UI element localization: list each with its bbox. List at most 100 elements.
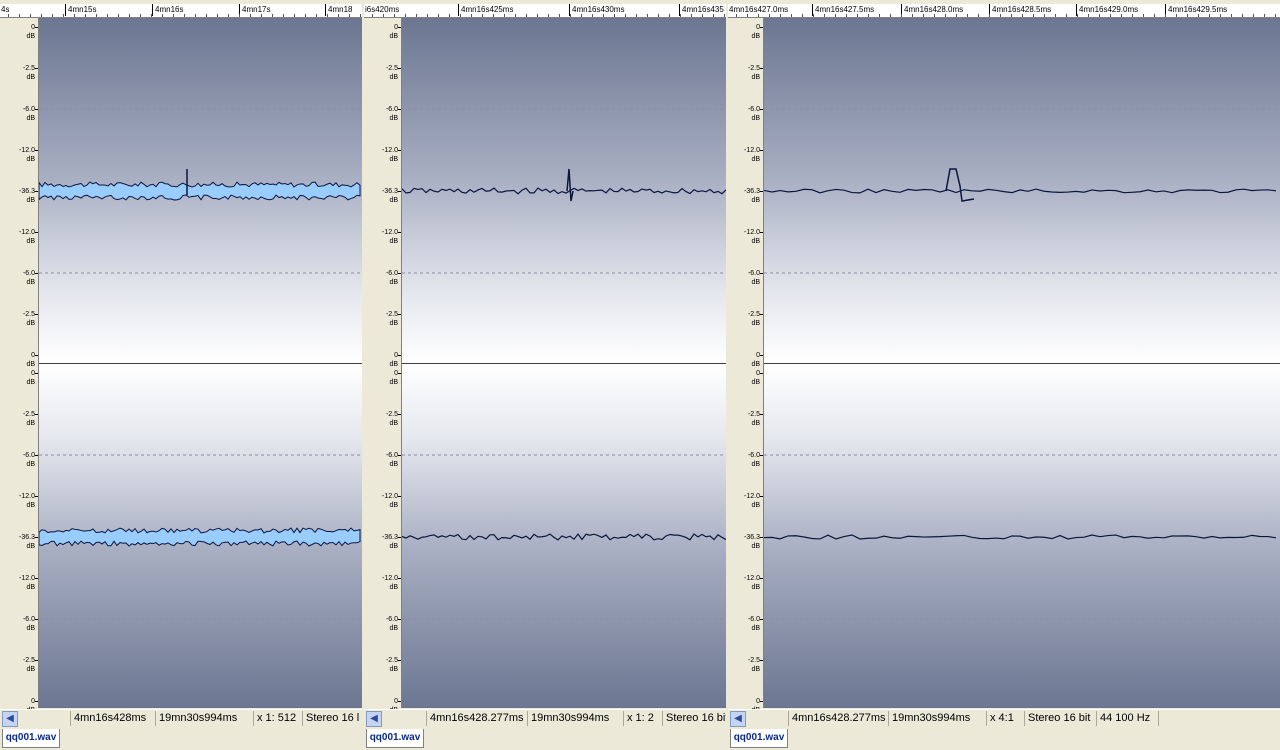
db-scale-label: -6.0 dB: [385, 106, 398, 122]
db-scale-tick: [35, 150, 38, 151]
db-scale-tick: [398, 578, 401, 579]
db-scale-label: -2.5 dB: [747, 657, 760, 673]
waveform-left: [39, 108, 362, 274]
db-scale-tick: [760, 455, 763, 456]
ruler-minor-tick: [923, 14, 924, 17]
ruler-minor-tick: [195, 14, 196, 17]
waveform-panel-2: i6s420ms 4mn16s425ms 4mn16s430ms 4mn16s4…: [364, 0, 726, 750]
file-tab[interactable]: qq001.wav: [730, 729, 788, 748]
waveform-area[interactable]: [402, 18, 726, 708]
ruler-tick: [458, 4, 459, 16]
ruler-minor-tick: [912, 14, 913, 17]
db-scale-tick: [398, 373, 401, 374]
time-ruler[interactable]: 4s 4mn15s 4mn16s 4mn17s 4mn18: [0, 4, 362, 18]
ruler-minor-tick: [1198, 14, 1199, 17]
ruler-minor-tick: [1077, 14, 1078, 17]
scroll-left-button[interactable]: ◀: [366, 711, 382, 727]
ruler-minor-tick: [1242, 14, 1243, 17]
status-bar: ◀ 4mn16s428.277ms 19mn30s994ms x 1: 2 St…: [364, 709, 726, 728]
ruler-minor-tick: [449, 14, 450, 17]
db-scale-label: -2.5 dB: [385, 65, 398, 81]
db-scale-tick: [398, 455, 401, 456]
channel-right[interactable]: [402, 364, 726, 708]
db-scale-tick: [760, 314, 763, 315]
db-scale-label: -6.0 dB: [385, 616, 398, 632]
ruler-minor-tick: [327, 14, 328, 17]
ruler-minor-tick: [989, 14, 990, 17]
db-scale-label: 0dB: [26, 352, 35, 368]
click-spike: [945, 168, 975, 202]
click-spike: [566, 168, 574, 202]
scroll-left-button[interactable]: ◀: [2, 711, 18, 727]
ruler-minor-tick: [405, 14, 406, 17]
ruler-minor-tick: [96, 14, 97, 17]
waveform-envelope: [39, 527, 361, 547]
db-scale-tick: [398, 496, 401, 497]
db-scale-tick: [35, 537, 38, 538]
time-ruler[interactable]: 4mn16s427.0ms 4mn16s427.5ms 4mn16s428.0m…: [728, 4, 1280, 18]
db-scale-tick: [760, 537, 763, 538]
ruler-minor-tick: [669, 14, 670, 17]
file-tab[interactable]: qq001.wav: [366, 729, 424, 748]
db-scale-label: -2.5 dB: [385, 411, 398, 427]
ruler-minor-tick: [1176, 14, 1177, 17]
channel-left[interactable]: [402, 18, 726, 363]
waveform-area[interactable]: [764, 18, 1280, 708]
ruler-minor-tick: [945, 14, 946, 17]
db-scale-label: -6.0 dB: [385, 452, 398, 468]
db-scale-label: 0dB: [26, 370, 35, 386]
db-scale-tick: [35, 355, 38, 356]
ruler-minor-tick: [52, 14, 53, 17]
db-scale-label: -6.0 dB: [747, 270, 760, 286]
ruler-minor-tick: [515, 14, 516, 17]
ruler-minor-tick: [438, 14, 439, 17]
db-scale-label: -6.0 dB: [22, 106, 35, 122]
ruler-minor-tick: [184, 14, 185, 17]
channel-right[interactable]: [764, 364, 1280, 708]
ruler-minor-tick: [956, 14, 957, 17]
ruler-minor-tick: [460, 14, 461, 17]
db-scale-tick: [760, 27, 763, 28]
ruler-minor-tick: [791, 14, 792, 17]
db-scale-label: -2.5 dB: [22, 311, 35, 327]
ruler-minor-tick: [1110, 14, 1111, 17]
ruler-minor-tick: [702, 14, 703, 17]
db-scale-tick: [760, 273, 763, 274]
ruler-minor-tick: [118, 14, 119, 17]
db-scale-tick: [35, 414, 38, 415]
db-scale-label: -2.5 dB: [385, 311, 398, 327]
time-ruler[interactable]: i6s420ms 4mn16s425ms 4mn16s430ms 4mn16s4…: [364, 4, 726, 18]
format-field: Stereo 16 l: [302, 711, 362, 726]
waveform-right: [402, 454, 726, 620]
db-scale-tick: [398, 701, 401, 702]
file-tab[interactable]: qq001.wav: [2, 729, 60, 748]
db-scale-label: -6.0 dB: [385, 270, 398, 286]
db-scale-tick: [398, 232, 401, 233]
ruler-minor-tick: [901, 14, 902, 17]
ruler-minor-tick: [85, 14, 86, 17]
db-scale-tick: [398, 27, 401, 28]
channel-left[interactable]: [39, 18, 362, 363]
ruler-minor-tick: [747, 14, 748, 17]
db-scale-label: -6.0 dB: [747, 106, 760, 122]
db-scale-tick: [760, 373, 763, 374]
ruler-minor-tick: [537, 14, 538, 17]
scroll-left-button[interactable]: ◀: [730, 711, 746, 727]
ruler-minor-tick: [1275, 14, 1276, 17]
db-scale-tick: [398, 273, 401, 274]
ruler-minor-tick: [1187, 14, 1188, 17]
db-scale-tick: [760, 355, 763, 356]
ruler-minor-tick: [30, 14, 31, 17]
channel-left[interactable]: [764, 18, 1280, 363]
db-scale-tick: [35, 701, 38, 702]
db-scale-label: -36.3 dB: [382, 534, 398, 550]
ruler-minor-tick: [802, 14, 803, 17]
ruler-minor-tick: [625, 14, 626, 17]
db-scale-tick: [35, 496, 38, 497]
ruler-minor-tick: [1264, 14, 1265, 17]
ruler-minor-tick: [1209, 14, 1210, 17]
waveform-area[interactable]: [39, 18, 362, 708]
channel-right[interactable]: [39, 364, 362, 708]
ruler-minor-tick: [691, 14, 692, 17]
ruler-minor-tick: [383, 14, 384, 17]
